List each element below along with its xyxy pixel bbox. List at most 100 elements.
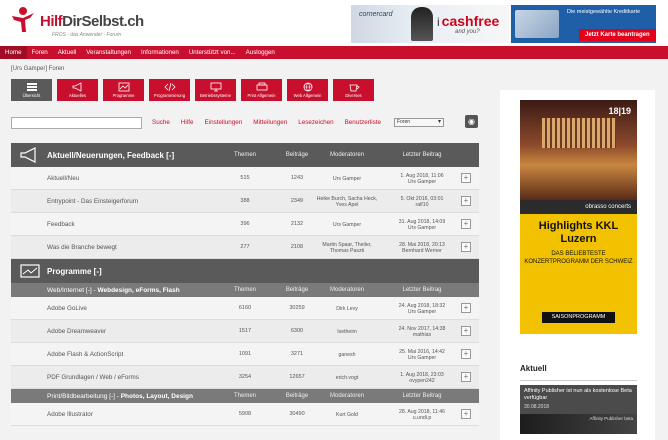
moderators[interactable]: Urs Gamper — [315, 167, 379, 190]
link-benutzerliste[interactable]: Benutzerliste — [345, 119, 381, 126]
forum-name[interactable]: Adobe Illustrator — [47, 403, 93, 426]
last-post-user[interactable]: Bernhard Werner — [402, 248, 442, 254]
last-post[interactable]: 24. Aug 2018, 18:32 Urs Gamper — [385, 297, 459, 320]
nav-home[interactable]: Home — [0, 46, 27, 59]
news-date: 30.08.2018 — [524, 404, 550, 410]
link-mitteilungen[interactable]: Mitteilungen — [253, 119, 287, 126]
forum-name[interactable]: Entrypoint - Das Einsteigerforum — [47, 190, 138, 213]
forum-name[interactable]: PDF Grundlagen / Web / eForms — [47, 366, 139, 389]
last-post[interactable]: 5. Okt 2016, 03:01 ralf10 — [385, 190, 459, 213]
nav-informationen[interactable]: Informationen — [136, 46, 184, 59]
last-post-user[interactable]: Urs Gamper — [408, 179, 436, 185]
expand-icon[interactable]: + — [461, 372, 471, 382]
nav-foren[interactable]: Foren — [27, 46, 53, 59]
news-item[interactable]: Affinity Publisher ist nun als kostenlos… — [520, 385, 637, 414]
table-row[interactable]: Adobe Dreamweaver 1517 6300 Isetheim 24. Nov… — [11, 320, 479, 343]
subcategory-header[interactable]: Print/Bildbearbeitung [-] - Photos, Layo… — [11, 389, 479, 403]
last-post-user[interactable]: ralf10 — [416, 202, 429, 208]
forum-name[interactable]: Adobe Dreamweaver — [47, 320, 106, 343]
table-row[interactable]: PDF Grundlagen / Web / eForms 3254 12657 er… — [11, 366, 479, 389]
expand-icon[interactable]: + — [461, 173, 471, 183]
table-row[interactable]: Aktuell/Neu 515 1243 Urs Gamper 1. Aug 2018,… — [11, 167, 479, 190]
last-post[interactable]: 31. Aug 2018, 14:09 Urs Gamper — [385, 213, 459, 236]
forum-name[interactable]: Aktuell/Neu — [47, 167, 79, 190]
link-lesezeichen[interactable]: Lesezeichen — [298, 119, 333, 126]
last-post[interactable]: 24. Nov 2017, 14:38 mathias — [385, 320, 459, 343]
expand-icon[interactable]: + — [461, 349, 471, 359]
apply-card-button[interactable]: Jetzt Karte beantragen — [579, 29, 656, 41]
os-button[interactable]: Betriebssysteme — [195, 79, 236, 101]
expand-icon[interactable]: + — [461, 196, 471, 206]
expand-icon[interactable]: + — [461, 219, 471, 229]
last-post[interactable]: 1. Aug 2018, 23:03 ovypen242 — [385, 366, 459, 389]
last-post[interactable]: 1. Aug 2018, 11:06 Urs Gamper — [385, 167, 459, 190]
moderators[interactable]: Urs Gamper — [315, 213, 379, 236]
expand-icon[interactable]: + — [461, 303, 471, 313]
news-image[interactable]: Affinity Publisher beta — [520, 414, 637, 434]
category-title[interactable]: Aktuell/Neuerungen, Feedback [-] — [47, 151, 174, 160]
link-einstellungen[interactable]: Einstellungen — [204, 119, 242, 126]
nav-veranstaltungen[interactable]: Veranstaltungen — [81, 46, 136, 59]
forum-name[interactable]: Was die Branche bewegt — [47, 236, 117, 259]
moderators[interactable]: ganesh — [315, 343, 379, 366]
table-row[interactable]: Entrypoint - Das Einsteigerforum 388 2349 H… — [11, 190, 479, 213]
forum-jump-select[interactable]: Foren — [394, 118, 444, 127]
category-header[interactable]: Programme [-] — [11, 259, 479, 283]
news-button[interactable]: Aktuelles — [57, 79, 98, 101]
link-hilfe[interactable]: Hilfe — [181, 119, 194, 126]
subcategory-title[interactable]: Print/Bildbearbeitung [-] - Photos, Layo… — [47, 393, 193, 400]
nav-ausloggen[interactable]: Ausloggen — [241, 46, 280, 59]
overview-button[interactable]: Übersicht — [11, 79, 52, 101]
news-title[interactable]: Affinity Publisher ist nun als kostenlos… — [524, 388, 633, 402]
moderators[interactable]: erich.vogt — [315, 366, 379, 389]
forum-name[interactable]: Adobe GoLive — [47, 297, 87, 320]
moderators[interactable]: Martin Spaar, Theiler, Thomas Paszti — [315, 236, 379, 259]
last-post[interactable]: 28. Mai 2018, 20:13 Bernhard Werner — [385, 236, 459, 259]
nav-unterstuetzt[interactable]: Unterstützt von... — [184, 46, 241, 59]
last-post-user[interactable]: u.undi.p — [413, 415, 431, 421]
breadcrumb[interactable]: [Urs Gamper] Foren — [11, 66, 64, 72]
kkl-ad[interactable]: 18|19 obrasso concerts Highlights KKL Lu… — [520, 100, 637, 334]
print-general-button[interactable]: Print Allgemein — [241, 79, 282, 101]
web-general-button[interactable]: Web Allgemein — [287, 79, 328, 101]
category-header[interactable]: Aktuell/Neuerungen, Feedback [-] Themen … — [11, 143, 479, 167]
forum-name[interactable]: Adobe Flash & ActionScript — [47, 343, 123, 366]
expand-icon[interactable]: + — [461, 326, 471, 336]
site-logo[interactable]: HilfDirSelbst.ch FROS · das Anwender · F… — [10, 4, 144, 40]
top-banner-ad[interactable]: cornercard i cashfree and you? Die meistg… — [351, 5, 656, 43]
last-post-user[interactable]: Urs Gamper — [408, 309, 436, 315]
last-post-user[interactable]: Urs Gamper — [408, 355, 436, 361]
nav-aktuell[interactable]: Aktuell — [53, 46, 82, 59]
table-row[interactable]: Feedback 396 2132 Urs Gamper 31. Aug 2018, 1… — [11, 213, 479, 236]
last-post-user[interactable]: mathias — [413, 332, 431, 338]
expand-icon[interactable]: + — [461, 409, 471, 419]
programming-button[interactable]: Programmierung — [149, 79, 190, 101]
programs-button[interactable]: Programme — [103, 79, 144, 101]
link-suche[interactable]: Suche — [152, 119, 170, 126]
table-row[interactable]: Adobe Flash & ActionScript 1091 3271 ganesh… — [11, 343, 479, 366]
creditcard-ad[interactable]: Die meistgewählte Kreditkarte Jetzt Kart… — [511, 5, 656, 43]
subcategory-title[interactable]: Web/Internet [-] - Webdesign, eForms, Fl… — [47, 287, 180, 294]
subcategory-header[interactable]: Web/Internet [-] - Webdesign, eForms, Fl… — [11, 283, 479, 297]
rss-icon[interactable]: ◉ — [465, 115, 478, 128]
forum-name[interactable]: Feedback — [47, 213, 75, 236]
table-row[interactable]: Adobe GoLive 6160 30259 Dirk Levy 24. Aug 20… — [11, 297, 479, 320]
moderators[interactable]: Dirk Levy — [315, 297, 379, 320]
table-row[interactable]: Adobe Illustrator 5908 30490 Kurt Gold 28. A… — [11, 403, 479, 426]
moderators[interactable]: Kurt Gold — [315, 403, 379, 426]
last-post[interactable]: 25. Mai 2016, 14:42 Urs Gamper — [385, 343, 459, 366]
cashfree-ad[interactable]: cornercard i cashfree and you? — [351, 5, 511, 43]
col-last-post: Letzter Beitrag — [402, 393, 442, 399]
moderators[interactable]: Heike Burch, Sacha Heck, Yves Apel — [315, 190, 379, 213]
expand-icon[interactable]: + — [461, 242, 471, 252]
misc-button[interactable]: Diverses — [333, 79, 374, 101]
saisonprogramm-button[interactable]: SAISONPROGRAMM — [542, 312, 615, 323]
category-title[interactable]: Programme [-] — [47, 267, 102, 276]
col-posts: Beiträge — [285, 152, 309, 158]
last-post-user[interactable]: Urs Gamper — [408, 225, 436, 231]
table-row[interactable]: Was die Branche bewegt 277 2108 Martin Spaa… — [11, 236, 479, 259]
last-post-user[interactable]: ovypen242 — [409, 378, 434, 384]
moderators[interactable]: Isetheim — [315, 320, 379, 343]
last-post[interactable]: 28. Aug 2018, 11:46 u.undi.p — [385, 403, 459, 426]
search-input[interactable] — [11, 116, 142, 129]
